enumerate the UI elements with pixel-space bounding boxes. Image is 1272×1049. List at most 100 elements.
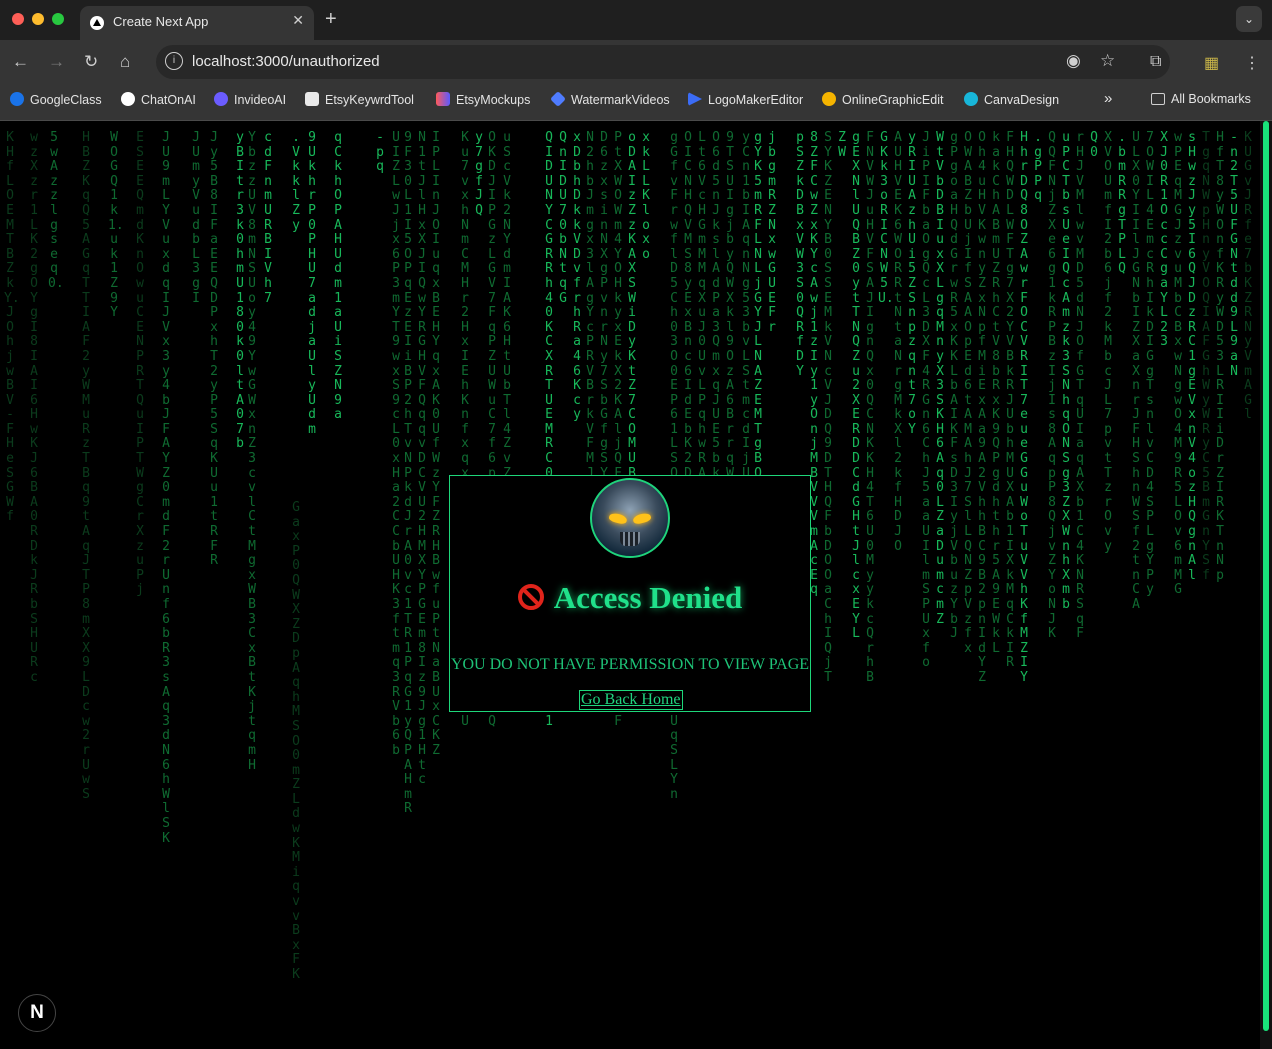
bookmark-item[interactable]: EtsyKeywrdTool: [305, 92, 414, 107]
bookmark-item[interactable]: OnlineGraphicEdit: [822, 92, 943, 107]
watermarkvideos-icon: [550, 91, 566, 107]
permission-message: YOU DO NOT HAVE PERMISSION TO VIEW PAGE: [450, 656, 810, 673]
rain-column: jbgmRZNxwGUEFr: [768, 130, 776, 335]
tab-search-chevron-icon[interactable]: ⌄: [1236, 6, 1262, 32]
page-scrollbar[interactable]: [1260, 121, 1272, 1049]
browser-toolbar: ← → ↻ ⌂ i localhost:3000/unauthorized ◉ …: [0, 40, 1272, 86]
bookmark-item[interactable]: EtsyMockups: [436, 92, 530, 107]
rain-column: -n2T5UFGNtdd9L9aN: [1230, 130, 1238, 379]
robot-eye-icon: [608, 511, 628, 526]
home-icon[interactable]: ⌂: [120, 52, 130, 72]
rain-column: cdFnmURBIVh7: [264, 130, 272, 306]
rain-column: .gPPq: [1034, 130, 1042, 204]
rain-column: XJ0R1OccCgaYL23: [1160, 130, 1168, 350]
rain-column: yRIUAzhUi5ZSnpzqnt7oY: [908, 130, 916, 437]
address-bar[interactable]: i localhost:3000/unauthorized ◉ ☆: [156, 45, 1170, 79]
rain-column: QnIDU70bNtqG: [559, 130, 567, 306]
bookmark-item[interactable]: WatermarkVideos: [550, 91, 670, 107]
rain-column: OWABZbUjIfSAAOpEd6tAMAhJ7SlLQNZpVzfx: [964, 130, 972, 656]
rain-column-faint: HBZKqQ5AGqTTIAF2yWMuRzTBq9tAqJTP8mXX9LDc…: [82, 130, 90, 802]
back-arrow-icon[interactable]: ←: [12, 52, 29, 72]
logomakereditor-icon: [688, 92, 702, 106]
bookmark-item[interactable]: LogoMakerEditor: [688, 92, 803, 107]
rain-column-faint: TgqNWpHnyVOQIAFGhWyWRyC5BmGnYSf: [1202, 130, 1210, 583]
rain-column: yBItr3k0hmU180k0ltA07b: [236, 130, 244, 452]
nextjs-dev-badge[interactable]: N: [18, 994, 56, 1032]
all-bookmarks-folder[interactable]: All Bookmarks: [1151, 92, 1251, 106]
url-text[interactable]: localhost:3000/unauthorized: [192, 53, 380, 70]
bookmark-item[interactable]: ChatOnAI: [121, 92, 196, 107]
rain-column: GKk3oRICNW5U.: [878, 130, 894, 306]
etsymockups-icon: [436, 92, 450, 106]
rain-column: .bmRRgTPLQ: [1118, 130, 1126, 277]
robot-avatar-icon: [590, 478, 670, 558]
bookmark-item[interactable]: CanvaDesign: [964, 92, 1059, 107]
eye-icon[interactable]: ◉: [1066, 51, 1081, 71]
star-icon[interactable]: ☆: [1100, 51, 1115, 71]
canvadesign-icon: [964, 92, 978, 106]
rain-column: y7gfJQ: [475, 130, 483, 218]
rain-column: UIZLwJjx6P3mYT9wxS9cL0xHa2CCbUHK3ftmq3RV…: [392, 130, 400, 758]
bookmarks-bar: GoogleClass ChatOnAI InvideoAI EtsyKeywr…: [0, 86, 1272, 121]
more-bookmarks-chevron-icon[interactable]: »: [1104, 90, 1112, 107]
menu-icon[interactable]: ⋮: [1244, 53, 1260, 73]
rain-column: xkLLKloxo: [642, 130, 650, 262]
scrollbar-thumb[interactable]: [1263, 121, 1269, 1031]
folder-icon: [1151, 93, 1165, 105]
close-window-button[interactable]: [12, 13, 24, 25]
googleclass-icon: [10, 92, 24, 106]
robot-mouth-icon: [620, 532, 640, 546]
rain-column: wPEqMGJzvuMbCBxwNgwO4M9R5LOv6mMG: [1174, 130, 1182, 598]
rain-column: SYKZENYB0SSEMkVNcVJDQ9DTHQFbDOOaChIQjT: [824, 130, 832, 685]
access-denied-title: Access Denied: [450, 580, 810, 616]
rain-column: Jy5B8IFaEEQDPxhT2yP5SqKUu1tRFR: [210, 130, 218, 569]
rain-column: JUmyVudbL3gI: [192, 130, 200, 306]
browser-tab[interactable]: Create Next App ✕: [80, 6, 314, 40]
rain-column: HhrDQ8OZAwrFOCVRIT7eueGGuWoTuVVhKfMZIY: [1020, 130, 1028, 685]
rain-column: pSZkDBxVW3S0QRfDY: [796, 130, 804, 379]
robot-eye-icon: [632, 511, 652, 526]
zoom-window-button[interactable]: [52, 13, 64, 25]
tab-close-icon[interactable]: ✕: [292, 12, 304, 29]
profile-icon[interactable]: ▦: [1204, 53, 1219, 73]
rain-column-faint: ESEEQmdKnOwuCENPRTQuIPTWgCrXzuPj: [136, 130, 144, 598]
new-tab-icon[interactable]: +: [325, 8, 337, 31]
rain-column: YbzzUV8mNSUoy49YwGWxnZ3cvlCtMgxWB3CxBtKj…: [248, 130, 256, 773]
forward-arrow-icon[interactable]: →: [48, 52, 65, 72]
bookmark-item[interactable]: GoogleClass: [10, 92, 102, 107]
rain-column: kakChABmUZRhCtV8bRxK9QPgdhthr5A9EWkL: [992, 130, 1000, 656]
rain-column-faint: KHfLOEMTBZkY.JOhjwBV-FHeSGWf: [4, 130, 20, 525]
rain-column: IPLInJOIuqxBEHYqxAK0UfWzYFZRHBwfuPtNaBUx…: [432, 130, 440, 758]
rain-column: xDbhDkkVDvfrhRa46Kcy: [573, 130, 581, 423]
rain-column: qCkhOPAHUdm1aUiSZN9a: [334, 130, 342, 423]
rain-column: WOGQ1k1.uk1Z9Y: [108, 130, 124, 321]
rain-column-faint: wzXzr1LK2gOYgI8IAI6HwKJ6BA0RDkJRbSHURc: [30, 130, 38, 685]
extensions-icon[interactable]: ⧉: [1150, 53, 1161, 71]
rain-column: gEXNlUQBZ0ytTNQZu2XERDDCdGHtJlcxEYL: [852, 130, 860, 642]
go-back-home-button[interactable]: Go Back Home: [579, 690, 683, 710]
rain-column: QQFNjZXe6g1kRPBzIjIs8AqpP8QjvZYoNJK: [1048, 130, 1056, 642]
rain-column: FHQWDLWFTg7X2YVBkRJUbhMUXAb1IXkMqCkIR: [1006, 130, 1014, 671]
rain-column: JiPIFbaOgQcL3DXF4RGn6ChJ5aaUIlmSPUxfo: [922, 130, 930, 671]
rain-column: rHJVMlwvMD5dNJOfGTqUIaqAXb1C4KNRSqF: [1076, 130, 1084, 642]
browser-titlebar: Create Next App ✕ + ⌄: [0, 0, 1272, 40]
minimize-window-button[interactable]: [32, 13, 44, 25]
bookmark-item[interactable]: InvideoAI: [214, 92, 286, 107]
rain-column: N1tJlHxXJIQwYRGHVFQqqvDCVU2HMXYPGEm8Iz9J…: [418, 130, 426, 788]
site-info-icon[interactable]: i: [165, 52, 183, 70]
etsykeywrdtool-icon: [305, 92, 319, 106]
access-denied-dialog: Access Denied YOU DO NOT HAVE PERMISSION…: [449, 475, 811, 712]
rain-column: Oh4uHVKwnyZxNpfMiExAa9A2VhhBC9B2pnIdYZ: [978, 130, 986, 685]
rain-column: WtVbDBIuxXLgqMnyX3SKH6Aq0LZaDumcmZ: [936, 130, 944, 627]
rain-column: 5wAzzlgseq0.: [48, 130, 64, 291]
rain-column-faint: KUGvJRfe7bKZRNyVmAGl: [1244, 130, 1252, 423]
rain-column: ULX0YIIlJGNbIZXaXnrJFHShnWSf2tnCA: [1132, 130, 1140, 612]
rain-column: uPCTbsUeIQcAmzk3SNhqONSg3ZXWnhXmb: [1062, 130, 1070, 612]
reload-icon[interactable]: ↻: [84, 52, 98, 72]
rain-column: sHwzJy5I6QJDzRC1gEVxnV4ozHQgnAl: [1188, 130, 1196, 583]
rain-column: Q0: [1090, 130, 1098, 160]
rain-column: JU9mLYVuxdqIJVx3y4bJFAYZ0mdF2rUnf6bR3sAq…: [162, 130, 170, 846]
rain-column: gPgoaHQdGrwR5xKKLbAIKFsD3IyjVbuzYbJ: [950, 130, 958, 642]
rain-column: HfT8yWOnfKRyWD53LRIIiDrZIRKTnNp: [1216, 130, 1224, 583]
rain-column: -pq: [376, 130, 384, 175]
